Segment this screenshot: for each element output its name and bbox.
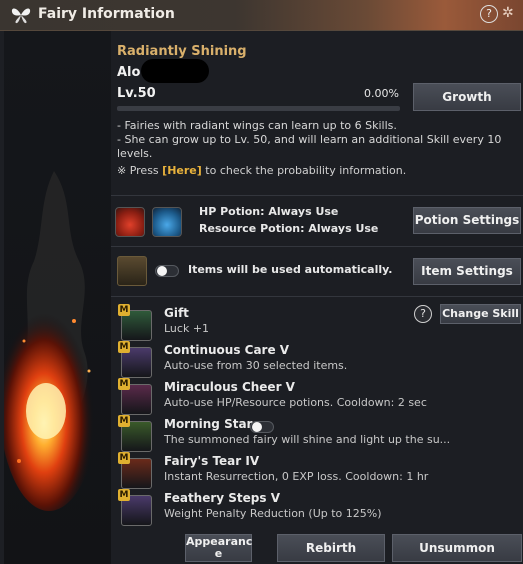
appearance-label-2: e [214, 547, 223, 560]
press-prefix: ※ Press [117, 164, 163, 177]
press-suffix: to check the probability information. [201, 164, 407, 177]
unsummon-button[interactable]: Unsummon [392, 534, 522, 562]
gear-icon[interactable]: ✲ [502, 5, 518, 21]
toggle-knob [252, 422, 262, 432]
skill-row[interactable]: M Fairy's Tear IV Instant Resurrection, 0 … [117, 452, 521, 490]
skill-name: Continuous Care V [164, 343, 290, 357]
skill-description: Weight Penalty Reduction (Up to 125%) [164, 507, 382, 520]
skill-description: Luck +1 [164, 322, 210, 335]
skill-name: Feathery Steps V [164, 491, 280, 505]
title-bar: Fairy Information ? ✲ [0, 0, 523, 31]
exp-bar [117, 106, 400, 111]
help-icon[interactable]: ? [480, 5, 498, 23]
name-redaction [141, 59, 209, 83]
exp-percent: 0.00% [364, 87, 399, 100]
skill-grade-badge: M [118, 452, 130, 464]
butterfly-icon [11, 8, 31, 24]
auto-item-toggle[interactable] [155, 265, 179, 277]
potion-settings-button[interactable]: Potion Settings [413, 207, 521, 234]
item-settings-button[interactable]: Item Settings [413, 258, 521, 285]
fairy-name: Alo [117, 65, 141, 80]
auto-item-text: Items will be used automatically. [188, 263, 393, 276]
resource-potion-setting: Resource Potion: Always Use [199, 222, 379, 235]
skill-grade-badge: M [118, 415, 130, 427]
skill-description: The summoned fairy will shine and light … [164, 433, 451, 446]
fairy-preview [4, 31, 111, 564]
skill-row[interactable]: M Feathery Steps V Weight Penalty Reductio… [117, 489, 521, 527]
skill-name: Fairy's Tear IV [164, 454, 260, 468]
morning-star-toggle[interactable] [250, 421, 274, 433]
skill-row[interactable]: M Continuous Care V Auto-use from 30 selec… [117, 341, 521, 379]
rebirth-button[interactable]: Rebirth [277, 534, 385, 562]
skill-row[interactable]: M Morning Star The summoned fairy will shi… [117, 415, 521, 453]
info-line-2: - She can grow up to Lv. 50, and will le… [117, 133, 502, 160]
hp-potion-icon [115, 207, 145, 237]
item-bag-icon [117, 256, 147, 286]
skill-grade-badge: M [118, 489, 130, 501]
skill-name: Miraculous Cheer V [164, 380, 295, 394]
window-title: Fairy Information [38, 6, 175, 22]
skill-name: Morning Star [164, 417, 253, 431]
skill-name: Gift [164, 306, 189, 320]
skill-description: Auto-use from 30 selected items. [164, 359, 348, 372]
skill-row[interactable]: M Gift Luck +1 [117, 304, 521, 342]
divider [111, 195, 523, 196]
skill-description: Auto-use HP/Resource potions. Cooldown: … [164, 396, 427, 409]
info-line-1: - Fairies with radiant wings can learn u… [117, 119, 397, 132]
skill-row[interactable]: M Miraculous Cheer V Auto-use HP/Resource … [117, 378, 521, 416]
toggle-knob [157, 266, 167, 276]
hp-potion-setting: HP Potion: Always Use [199, 205, 339, 218]
appearance-button[interactable]: Appearanc e [185, 534, 252, 562]
resource-potion-icon [152, 207, 182, 237]
skill-description: Instant Resurrection, 0 EXP loss. Cooldo… [164, 470, 429, 483]
fairy-level: Lv.50 [117, 86, 156, 101]
probability-info: ※ Press [Here] to check the probability … [117, 164, 406, 177]
growth-button[interactable]: Growth [413, 83, 521, 111]
skill-grade-badge: M [118, 304, 130, 316]
probability-link[interactable]: [Here] [162, 164, 202, 177]
divider [111, 246, 523, 247]
fairy-title: Radiantly Shining [117, 44, 247, 59]
skill-grade-badge: M [118, 378, 130, 390]
skill-grade-badge: M [118, 341, 130, 353]
divider [111, 296, 523, 297]
fairy-flame-image [4, 171, 99, 511]
